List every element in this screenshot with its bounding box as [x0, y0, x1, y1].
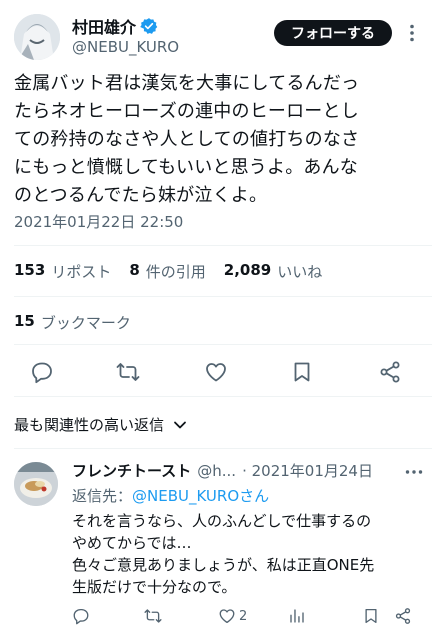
reply-icon[interactable] [72, 606, 90, 626]
reply-date[interactable]: · 2021年01月24日 [242, 460, 373, 481]
reply-to-line: 返信先：@NEBU_KUROさん [72, 485, 269, 506]
more-icon[interactable] [404, 462, 424, 482]
share-icon[interactable] [394, 606, 412, 626]
repost-icon[interactable] [116, 360, 140, 384]
share-icon[interactable] [378, 360, 402, 384]
tweet-action-bar [0, 356, 432, 388]
chevron-down-icon [174, 421, 186, 428]
follow-button[interactable]: フォローする [274, 20, 392, 46]
divider [14, 296, 432, 297]
author-name-row: 村田雄介 [72, 14, 158, 38]
tweet-timestamp[interactable]: 2021年01月22日 22:50 [14, 211, 183, 232]
reply-likes-count: 2 [239, 608, 248, 624]
stats-row: 153 リポスト 8 件の引用 2,089 いいね [14, 261, 334, 282]
quotes-label[interactable]: 件の引用 [146, 261, 206, 282]
author-name[interactable]: 村田雄介 [72, 14, 136, 38]
divider [14, 245, 432, 246]
verified-badge-icon [140, 18, 158, 34]
reply-text: それを言うなら、人のふんどしで仕事するの やめてからでは… 色々ご意見ありましょ… [72, 512, 375, 596]
tweet-text: 金属バット君は漢気を大事にしてるんだっ たらネオヒーローズの連中のヒーローとし … [14, 73, 360, 206]
reply-header: フレンチトースト @h... · 2021年01月24日 [72, 460, 373, 481]
author-avatar[interactable] [14, 14, 60, 60]
reply-action-bar: 2 [0, 606, 432, 630]
replies-sort-dropdown[interactable]: 最も関連性の高い返信 [14, 414, 188, 435]
quotes-count[interactable]: 8 [129, 261, 139, 282]
reply-author-avatar[interactable] [14, 462, 58, 506]
divider [14, 344, 432, 345]
author-handle[interactable]: @NEBU_KURO [72, 38, 179, 56]
reply-author-handle[interactable]: @h... [197, 462, 236, 480]
bookmark-icon[interactable] [290, 360, 314, 384]
repost-icon[interactable] [144, 606, 162, 626]
more-icon[interactable] [400, 18, 424, 48]
reply-to-mention[interactable]: @NEBU_KUROさん [132, 487, 269, 505]
like-icon[interactable] [204, 360, 228, 384]
reposts-label[interactable]: リポスト [51, 261, 111, 282]
bookmarks-row: 15 ブックマーク [14, 312, 143, 333]
likes-label[interactable]: いいね [277, 261, 322, 282]
reposts-count[interactable]: 153 [14, 261, 45, 282]
like-icon[interactable]: 2 [218, 606, 247, 626]
reply-to-prefix: 返信先： [72, 487, 133, 505]
bookmark-icon[interactable] [362, 606, 380, 626]
bookmarks-count[interactable]: 15 [14, 312, 35, 333]
reply-icon[interactable] [30, 360, 54, 384]
likes-count[interactable]: 2,089 [224, 261, 271, 282]
divider [14, 396, 432, 397]
reply-author-name[interactable]: フレンチトースト [72, 460, 191, 481]
replies-sort-label: 最も関連性の高い返信 [14, 416, 165, 434]
views-icon[interactable] [288, 606, 306, 626]
divider [14, 448, 432, 449]
bookmarks-label[interactable]: ブックマーク [41, 312, 131, 333]
